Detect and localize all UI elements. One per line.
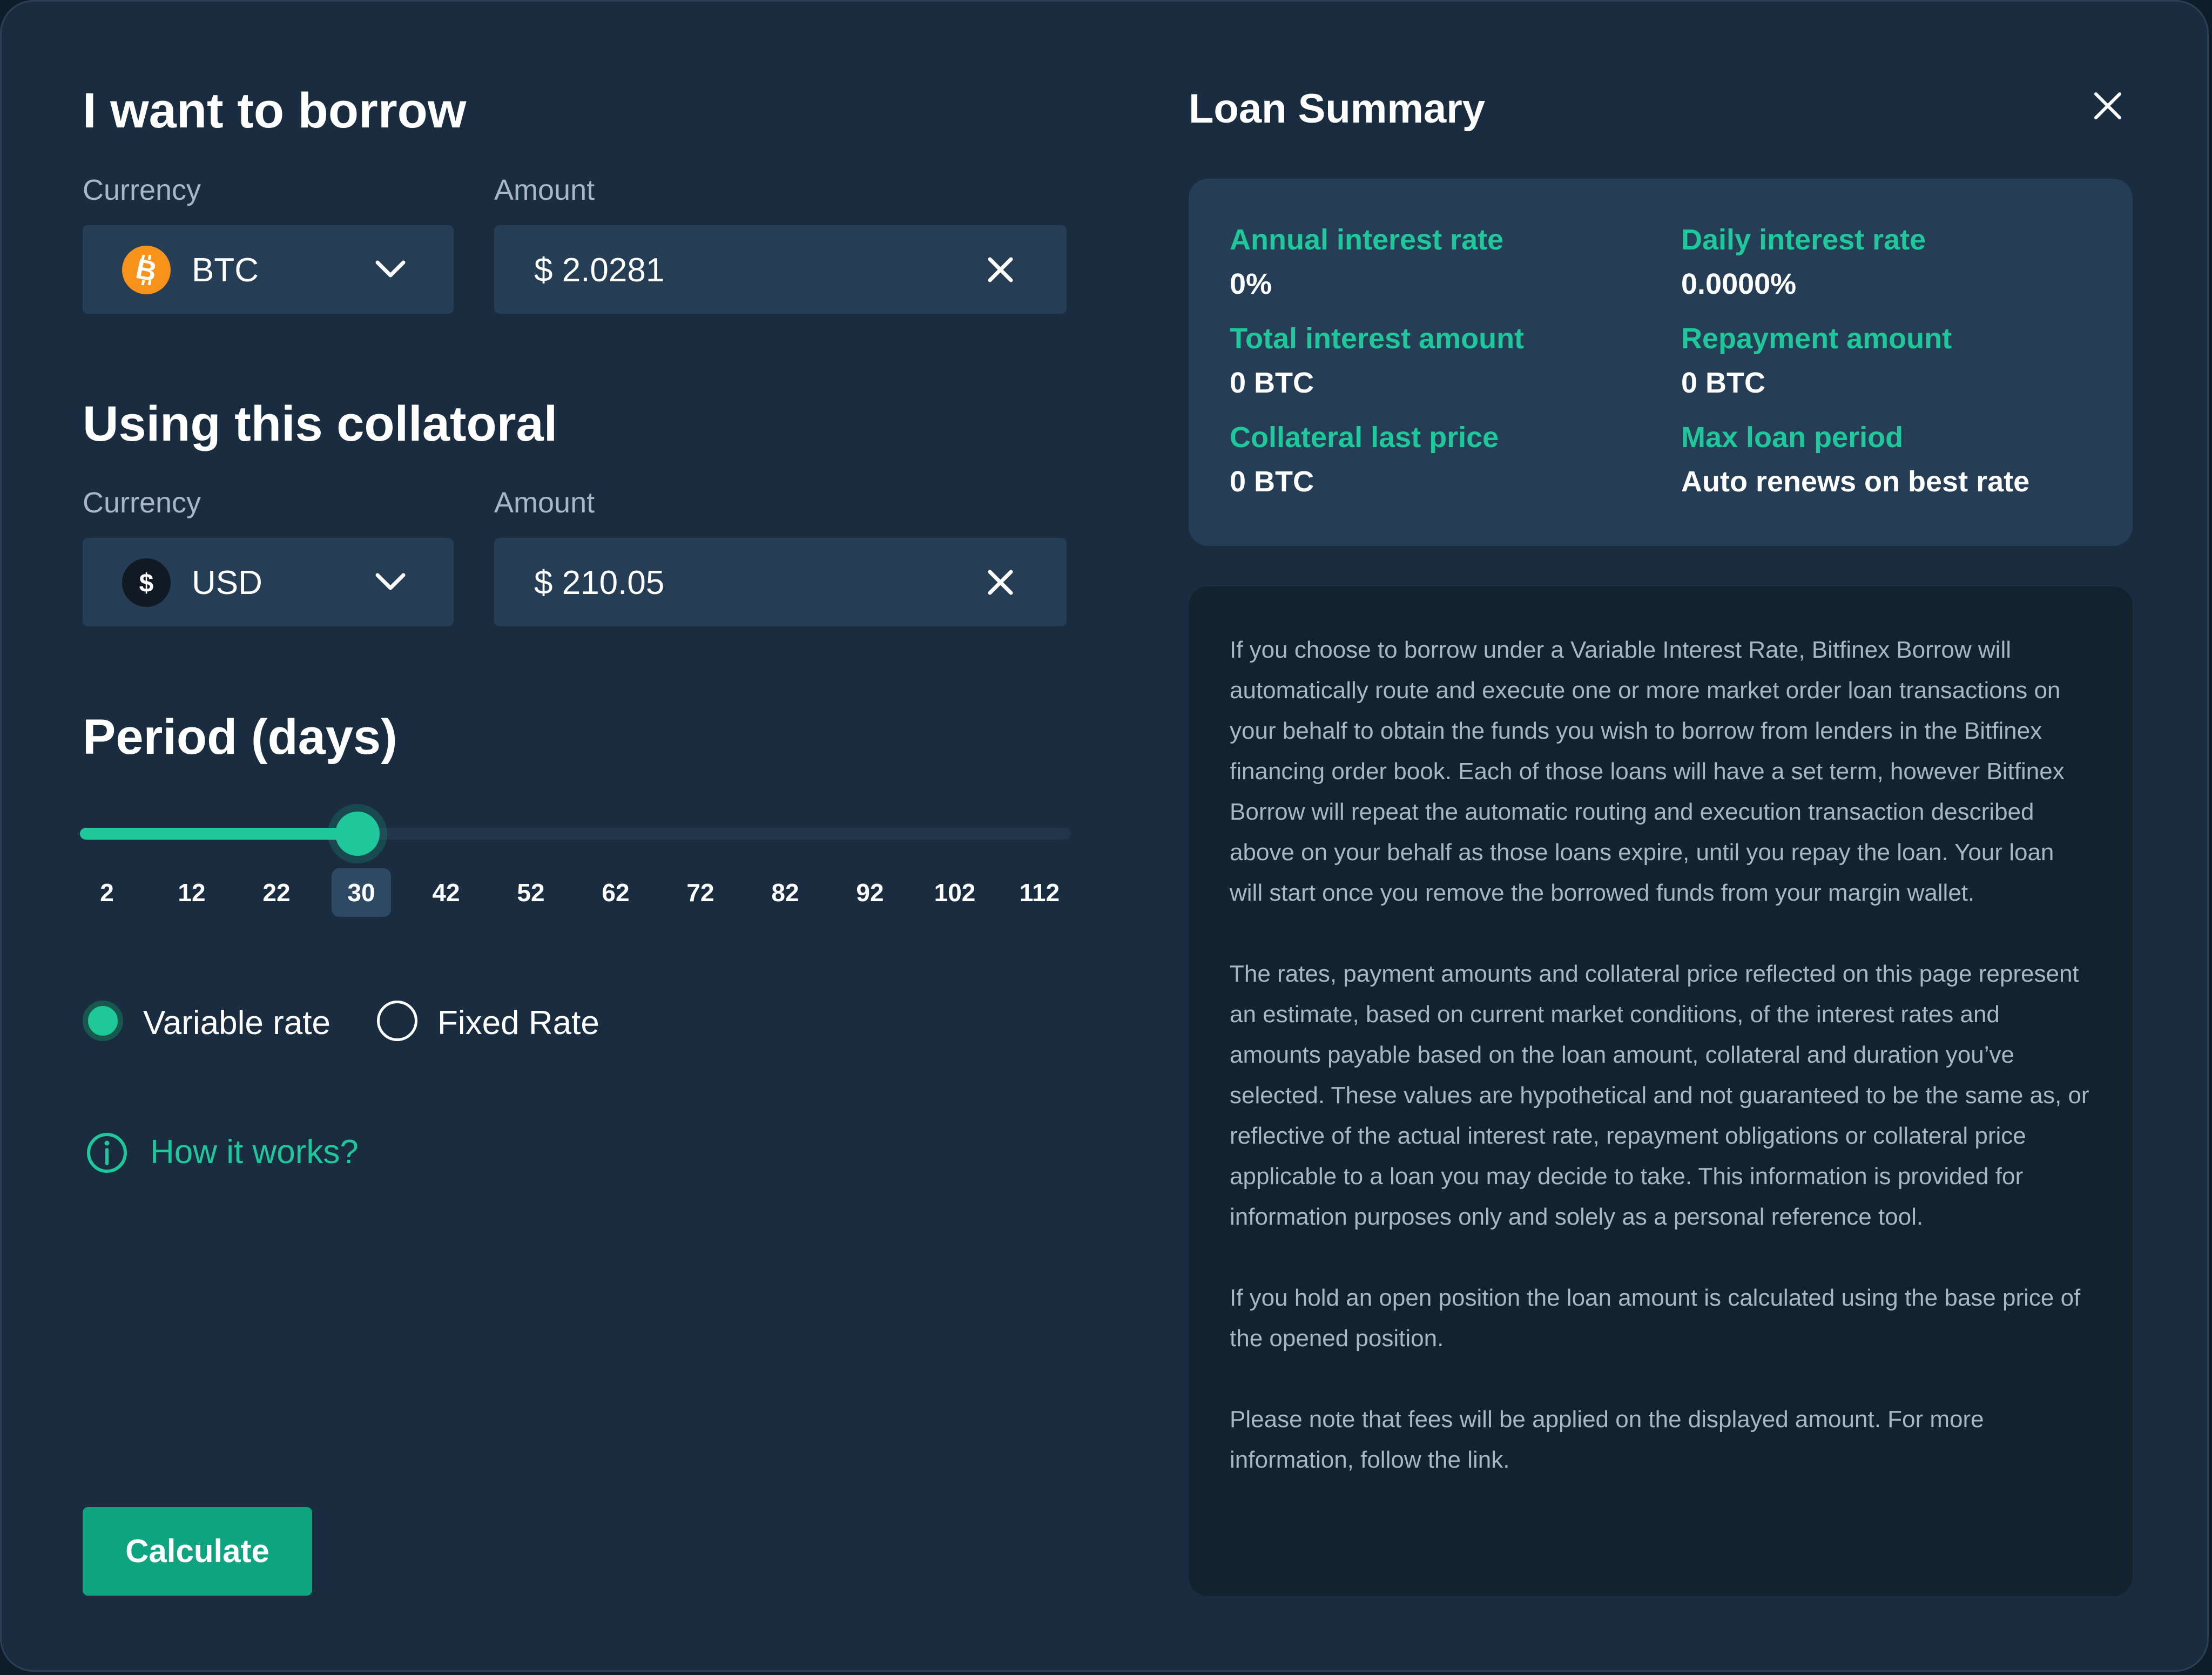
borrow-currency-select[interactable]: B BTC: [83, 225, 454, 314]
period-slider-fill: [80, 828, 358, 840]
collateral-title: Using this collatoral: [83, 396, 558, 451]
variable-rate-label[interactable]: Variable rate: [143, 1004, 331, 1042]
collateral-currency-label: Currency: [83, 487, 201, 519]
calculate-button[interactable]: Calculate: [83, 1507, 312, 1596]
chevron-down-icon: [374, 255, 407, 285]
max-period-label: Max loan period: [1681, 421, 1904, 454]
period-tick-30[interactable]: 30: [332, 868, 391, 917]
collateral-currency-select[interactable]: $ USD: [83, 538, 454, 626]
chevron-down-icon: [374, 568, 407, 597]
borrow-amount-label: Amount: [494, 174, 595, 206]
period-tick-2[interactable]: 2: [77, 868, 137, 917]
period-tick-52[interactable]: 52: [501, 868, 561, 917]
period-tick-42[interactable]: 42: [416, 868, 476, 917]
fixed-rate-radio[interactable]: [377, 1001, 417, 1041]
bitcoin-icon: B: [122, 246, 171, 294]
borrow-modal: I want to borrow Currency Amount B BTC $…: [0, 0, 2209, 1672]
disclaimer-paragraph: If you hold an open position the loan am…: [1230, 1285, 2081, 1352]
collateral-currency-value: USD: [192, 564, 262, 602]
borrow-amount-input[interactable]: $ 2.0281: [494, 225, 1067, 314]
collateral-amount-value: $ 210.05: [534, 564, 665, 602]
repayment-value: 0 BTC: [1681, 367, 1766, 399]
fixed-rate-label[interactable]: Fixed Rate: [437, 1004, 599, 1042]
period-slider-thumb[interactable]: [335, 812, 380, 856]
period-tick-102[interactable]: 102: [925, 868, 984, 917]
annual-rate-value: 0%: [1230, 268, 1272, 300]
variable-rate-radio[interactable]: [83, 1001, 123, 1041]
borrow-title: I want to borrow: [83, 83, 467, 138]
svg-text:$: $: [139, 569, 154, 598]
period-tick-22[interactable]: 22: [247, 868, 306, 917]
borrow-amount-value: $ 2.0281: [534, 252, 665, 289]
period-tick-62[interactable]: 62: [586, 868, 645, 917]
period-tick-92[interactable]: 92: [840, 868, 900, 917]
info-icon: [85, 1131, 129, 1177]
svg-text:B: B: [133, 253, 159, 288]
disclaimer-paragraph: Please note that fees will be applied on…: [1230, 1406, 1984, 1473]
max-period-value: Auto renews on best rate: [1681, 465, 2030, 498]
period-tick-12[interactable]: 12: [162, 868, 221, 917]
period-title: Period (days): [83, 710, 397, 765]
disclaimer-paragraph: The rates, payment amounts and collatera…: [1230, 961, 2089, 1230]
daily-rate-label: Daily interest rate: [1681, 224, 1926, 256]
repayment-label: Repayment amount: [1681, 322, 1952, 355]
total-interest-label: Total interest amount: [1230, 322, 1525, 355]
period-tick-72[interactable]: 72: [671, 868, 730, 917]
clear-icon[interactable]: [986, 568, 1015, 600]
loan-summary-title: Loan Summary: [1189, 86, 1486, 132]
borrow-currency-value: BTC: [192, 252, 259, 289]
disclaimer-card: If you choose to borrow under a Variable…: [1189, 586, 2133, 1596]
total-interest-value: 0 BTC: [1230, 367, 1314, 399]
annual-rate-label: Annual interest rate: [1230, 224, 1504, 256]
clear-icon[interactable]: [986, 255, 1015, 287]
period-tick-82[interactable]: 82: [756, 868, 815, 917]
period-tick-112[interactable]: 112: [1010, 868, 1069, 917]
disclaimer-paragraph: If you choose to borrow under a Variable…: [1230, 637, 2065, 906]
dollar-icon: $: [122, 558, 171, 607]
daily-rate-value: 0.0000%: [1681, 268, 1797, 300]
period-tick-labels: 2 12 22 30 42 52 62 72 82 92 102 112: [77, 868, 1076, 917]
borrow-currency-label: Currency: [83, 174, 201, 206]
collateral-price-value: 0 BTC: [1230, 465, 1314, 498]
collateral-amount-label: Amount: [494, 487, 595, 519]
how-it-works-link[interactable]: How it works?: [150, 1133, 359, 1171]
collateral-price-label: Collateral last price: [1230, 421, 1499, 454]
loan-summary-card: Annual interest rate 0% Daily interest r…: [1189, 179, 2133, 546]
close-icon[interactable]: [2092, 90, 2124, 125]
collateral-amount-input[interactable]: $ 210.05: [494, 538, 1067, 626]
